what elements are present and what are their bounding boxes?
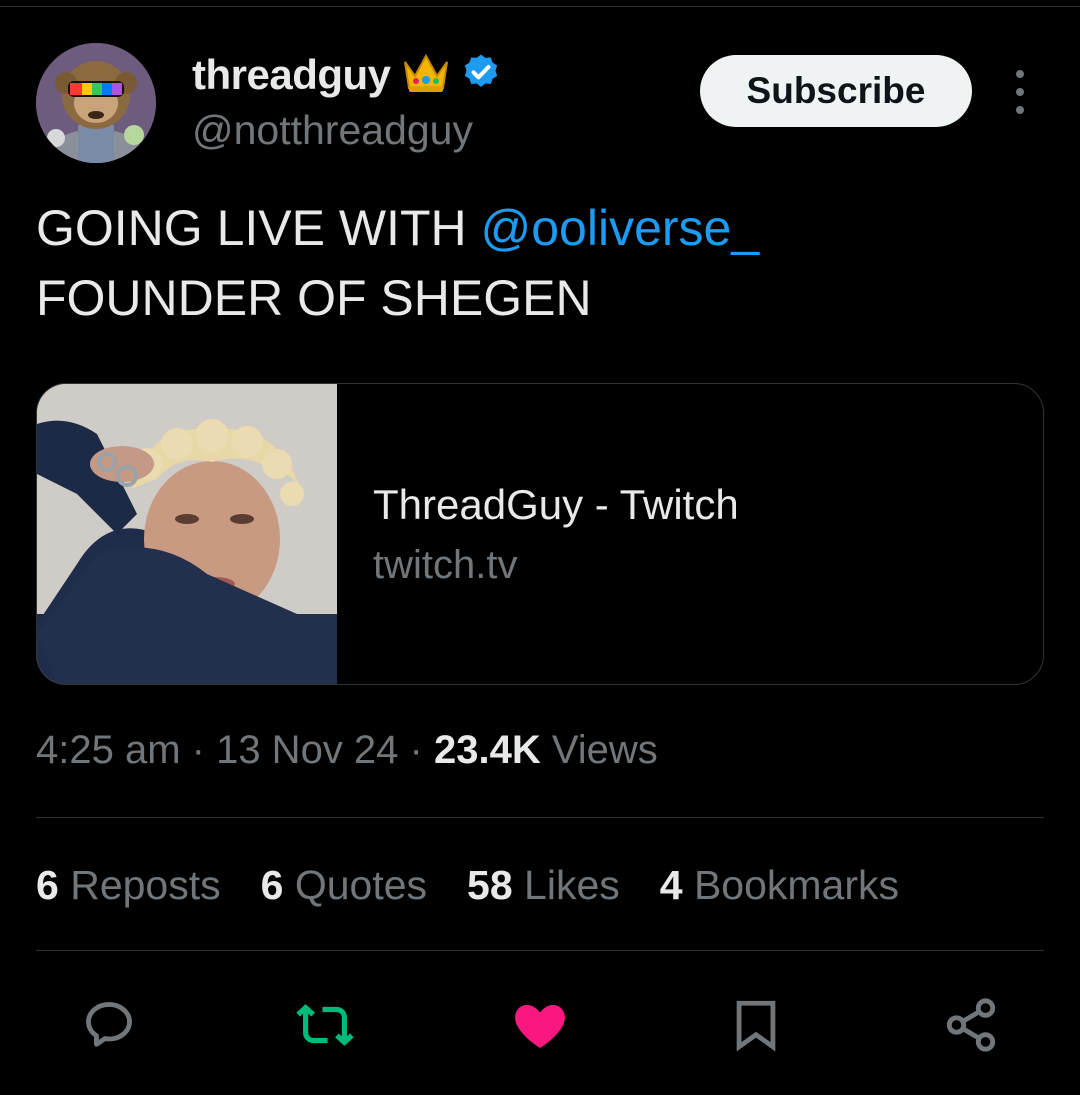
more-options-icon[interactable]: [1002, 70, 1038, 114]
likes-label: Likes: [512, 862, 620, 908]
top-divider: [0, 0, 1080, 7]
quotes-stat[interactable]: 6 Quotes: [261, 862, 427, 909]
reposts-stat[interactable]: 6 Reposts: [36, 862, 221, 909]
card-info: ThreadGuy - Twitch twitch.tv: [337, 384, 739, 684]
like-button[interactable]: [505, 990, 575, 1060]
repost-button[interactable]: [290, 990, 360, 1060]
meta-separator: ·: [180, 728, 217, 772]
subscribe-button[interactable]: Subscribe: [700, 55, 972, 127]
divider: [36, 950, 1044, 951]
card-title: ThreadGuy - Twitch: [373, 480, 739, 528]
tweet-date[interactable]: 13 Nov 24: [216, 728, 398, 772]
share-button[interactable]: [936, 990, 1006, 1060]
heart-icon: [515, 1005, 565, 1048]
tweet-text-line2: FOUNDER OF SHEGEN: [36, 270, 592, 326]
share-icon: [946, 998, 996, 1052]
monkey-avatar-image: [36, 43, 156, 163]
tweet-text-part: GOING LIVE WITH: [36, 200, 481, 256]
mention-link[interactable]: @ooliverse_: [480, 200, 759, 256]
bookmark-button[interactable]: [721, 990, 791, 1060]
card-thumbnail-image: [37, 384, 337, 684]
more-dot: [1016, 88, 1024, 96]
bookmarks-count: 4: [659, 862, 683, 908]
views-count[interactable]: 23.4K: [434, 728, 541, 772]
card-domain: twitch.tv: [373, 542, 518, 587]
quotes-count: 6: [260, 862, 284, 908]
reposts-count: 6: [36, 862, 59, 908]
verified-badge-icon: [461, 52, 501, 97]
divider: [36, 817, 1044, 818]
action-bar: [36, 990, 1044, 1060]
reposts-label: Reposts: [58, 862, 221, 908]
likes-stat[interactable]: 58 Likes: [467, 862, 620, 909]
tweet-meta: 4:25 am · 13 Nov 24 · 23.4K Views: [36, 728, 658, 773]
more-dot: [1016, 106, 1024, 114]
bookmarks-stat[interactable]: 4 Bookmarks: [660, 862, 899, 909]
tweet-time[interactable]: 4:25 am: [36, 728, 181, 772]
author-handle[interactable]: @notthreadguy: [192, 107, 473, 154]
meta-separator: ·: [398, 728, 434, 772]
crown-emoji-icon: [401, 50, 451, 99]
bookmarks-label: Bookmarks: [682, 862, 900, 908]
reply-button[interactable]: [74, 990, 144, 1060]
repost-icon: [296, 1004, 354, 1046]
link-card[interactable]: ThreadGuy - Twitch twitch.tv: [36, 383, 1044, 685]
likes-count: 58: [467, 862, 513, 908]
author-avatar[interactable]: [36, 43, 156, 163]
views-label[interactable]: Views: [541, 728, 658, 772]
bookmark-icon: [736, 1000, 776, 1052]
tweet-text: GOING LIVE WITH @ooliverse_ FOUNDER OF S…: [36, 193, 1036, 333]
engagement-stats: 6 Reposts 6 Quotes 58 Likes 4 Bookmarks: [36, 862, 939, 909]
quotes-label: Quotes: [283, 862, 428, 908]
author-display-name[interactable]: threadguy: [192, 51, 391, 99]
author-name-row[interactable]: threadguy: [192, 50, 501, 99]
more-dot: [1016, 70, 1024, 78]
reply-icon: [86, 1002, 132, 1047]
